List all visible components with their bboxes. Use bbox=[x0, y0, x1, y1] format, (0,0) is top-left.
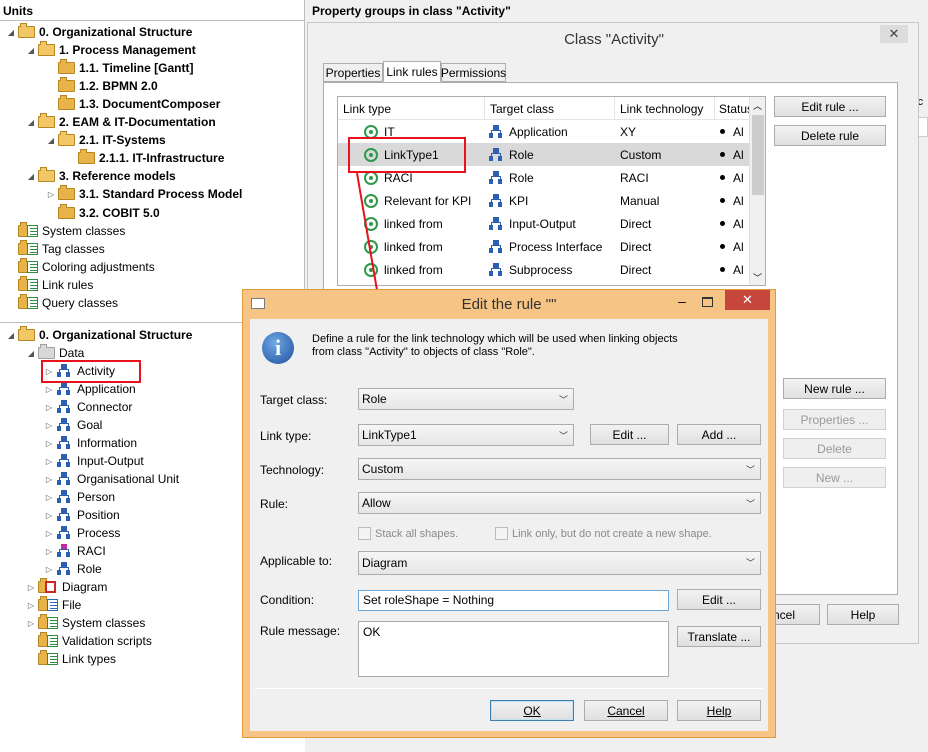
translate-button[interactable]: Translate ... bbox=[677, 626, 761, 647]
ok-button[interactable]: OK bbox=[490, 700, 574, 721]
chevron-down-icon: ﹀ bbox=[558, 395, 568, 405]
rule-message-label: Rule message: bbox=[260, 624, 341, 638]
help-label: Help bbox=[706, 703, 732, 718]
dialog-separator bbox=[255, 688, 763, 689]
condition-label: Condition: bbox=[260, 593, 315, 607]
applicable-to-select[interactable]: Diagram ﹀ bbox=[358, 551, 761, 575]
dialog-close-button[interactable]: ✕ bbox=[725, 290, 770, 310]
stack-shapes-label: Stack all shapes. bbox=[375, 527, 459, 540]
dialog-title: Edit the rule "" bbox=[461, 296, 557, 313]
minimize-icon[interactable]: – bbox=[672, 293, 692, 309]
maximize-icon[interactable] bbox=[702, 297, 713, 307]
applicable-to-label: Applicable to: bbox=[260, 554, 333, 568]
checkbox-box[interactable] bbox=[495, 527, 508, 540]
technology-label: Technology: bbox=[260, 463, 325, 477]
condition-value: Set roleShape = Nothing bbox=[363, 593, 495, 607]
stack-shapes-checkbox[interactable]: Stack all shapes. bbox=[358, 527, 458, 540]
link-only-checkbox[interactable]: Link only, but do not create a new shape… bbox=[495, 527, 712, 540]
rule-message-value: OK bbox=[363, 625, 381, 639]
link-type-select[interactable]: LinkType1 ﹀ bbox=[358, 424, 574, 446]
target-class-select[interactable]: Role ﹀ bbox=[358, 388, 574, 410]
close-icon: ✕ bbox=[742, 292, 753, 307]
dialog-cancel-button[interactable]: Cancel bbox=[584, 700, 668, 721]
rule-label: Rule: bbox=[260, 497, 289, 511]
rule-select[interactable]: Allow ﹀ bbox=[358, 492, 761, 514]
link-type-label: Link type: bbox=[260, 429, 312, 443]
edit-rule-dialog: Edit the rule "" – ✕ i Define a rule for… bbox=[242, 289, 776, 738]
target-class-label: Target class: bbox=[260, 393, 328, 407]
edit-condition-button[interactable]: Edit ... bbox=[677, 589, 761, 610]
dialog-body: i Define a rule for the link technology … bbox=[250, 319, 768, 731]
dialog-description-2: from class "Activity" to objects of clas… bbox=[312, 346, 535, 358]
link-only-label: Link only, but do not create a new shape… bbox=[512, 527, 712, 540]
dialog-help-button[interactable]: Help bbox=[677, 700, 761, 721]
dialog-description-1: Define a rule for the link technology wh… bbox=[312, 333, 678, 345]
chevron-down-icon: ﹀ bbox=[745, 465, 755, 475]
dialog-titlebar: Edit the rule "" – ✕ bbox=[243, 290, 775, 319]
cancel-label: Cancel bbox=[607, 703, 645, 718]
link-type-value: LinkType1 bbox=[362, 428, 417, 442]
ok-label: OK bbox=[523, 703, 541, 718]
rule-message-textarea[interactable]: OK bbox=[358, 621, 669, 677]
technology-value: Custom bbox=[362, 462, 404, 476]
chevron-down-icon: ﹀ bbox=[558, 431, 568, 441]
target-class-value: Role bbox=[362, 392, 387, 406]
condition-input[interactable]: Set roleShape = Nothing bbox=[358, 590, 669, 611]
checkbox-box[interactable] bbox=[358, 527, 371, 540]
rule-value: Allow bbox=[362, 496, 391, 510]
chevron-down-icon: ﹀ bbox=[745, 499, 755, 509]
screen: Units ◢ 0. Organizational Structure ◢ 1. Pr… bbox=[0, 0, 928, 752]
add-link-type-button[interactable]: Add ... bbox=[677, 424, 761, 445]
chevron-down-icon: ﹀ bbox=[745, 558, 755, 568]
info-icon: i bbox=[262, 332, 294, 364]
applicable-to-value: Diagram bbox=[362, 556, 408, 570]
edit-link-type-button[interactable]: Edit ... bbox=[590, 424, 669, 445]
technology-select[interactable]: Custom ﹀ bbox=[358, 458, 761, 480]
